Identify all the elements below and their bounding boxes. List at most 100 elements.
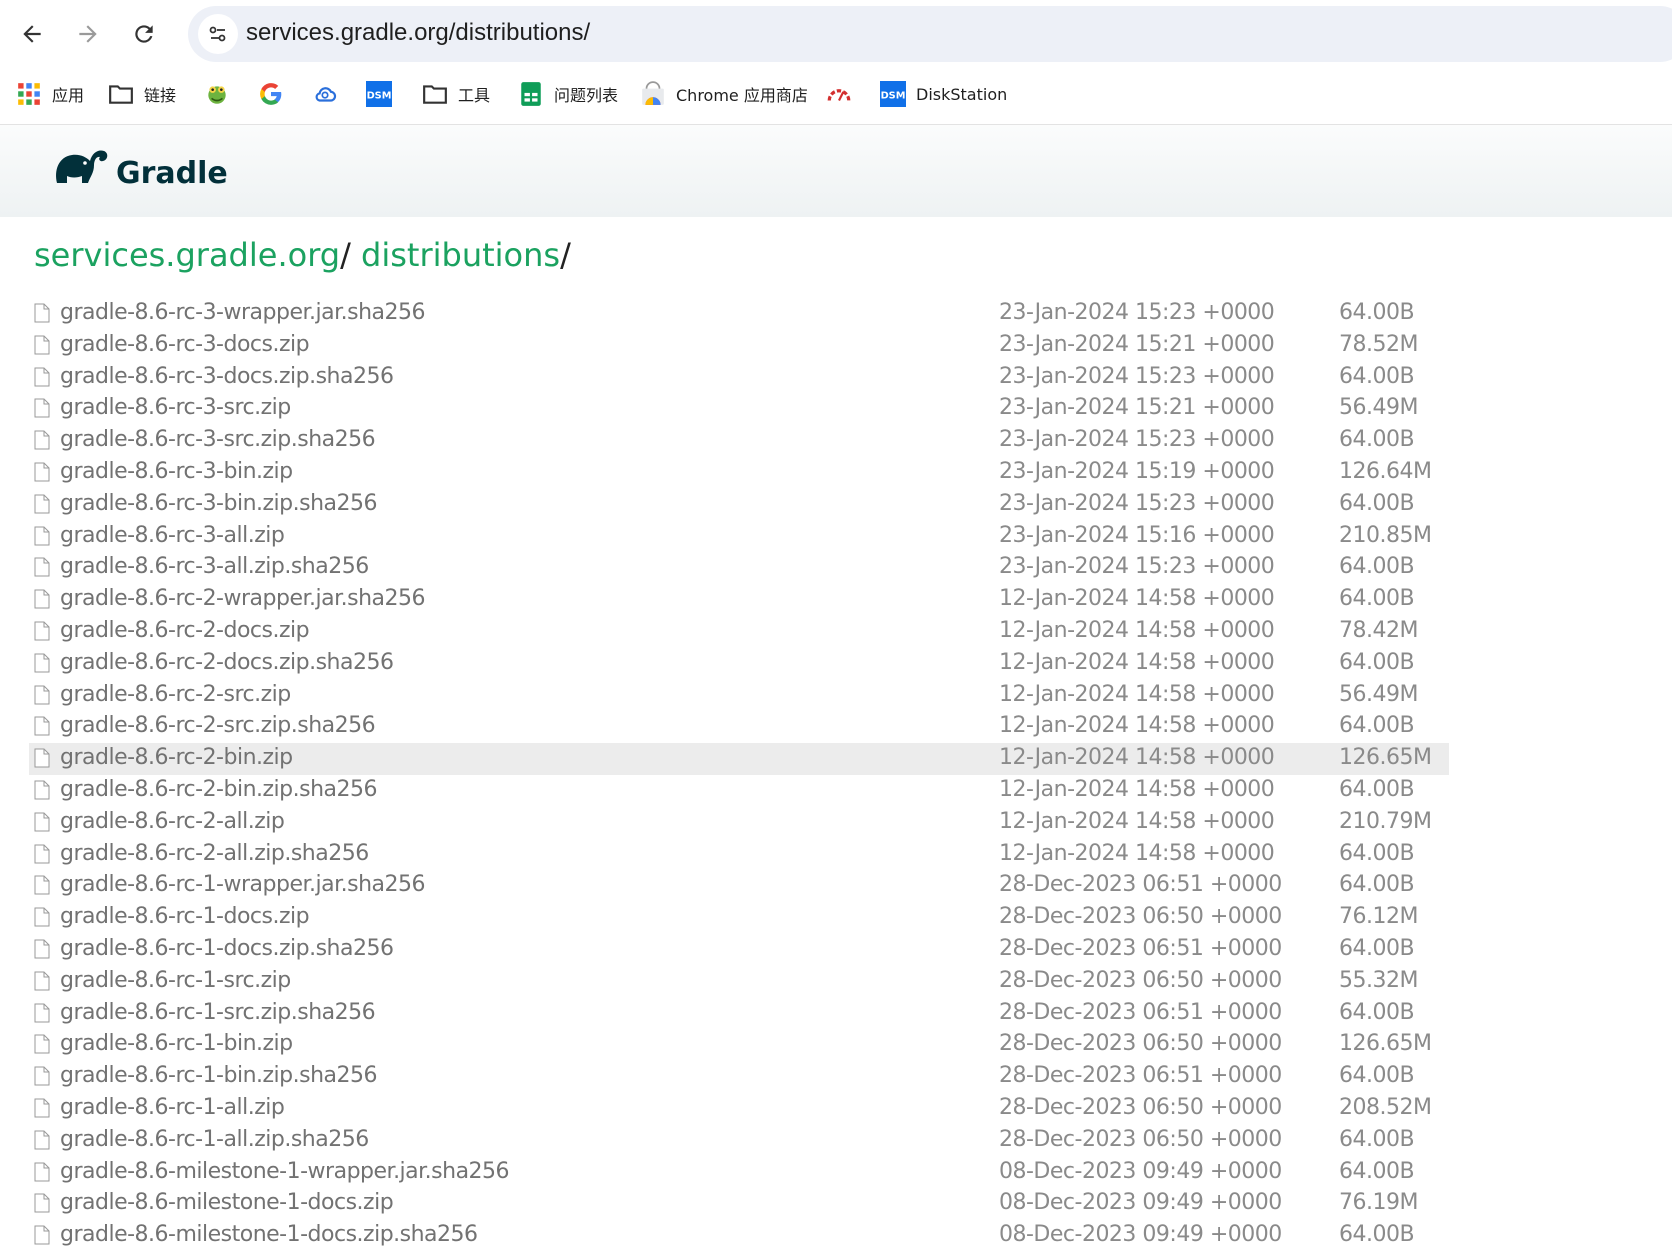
- file-date: 28-Dec-2023 06:50 +0000: [999, 1126, 1282, 1152]
- file-row[interactable]: gradle-8.6-rc-1-all.zip.sha256 28-Dec-202…: [29, 1125, 1449, 1157]
- file-row[interactable]: gradle-8.6-rc-1-src.zip 28-Dec-2023 06:50…: [29, 966, 1449, 998]
- file-row[interactable]: gradle-8.6-rc-3-src.zip 23-Jan-2024 15:21…: [29, 393, 1449, 425]
- file-icon: [34, 1003, 50, 1023]
- forward-button[interactable]: [68, 14, 108, 54]
- elephant-icon: [56, 149, 108, 183]
- bookmark-google[interactable]: [258, 80, 294, 108]
- file-name-link[interactable]: gradle-8.6-rc-2-wrapper.jar.sha256: [60, 586, 426, 611]
- file-row[interactable]: gradle-8.6-rc-3-docs.zip 23-Jan-2024 15:2…: [29, 330, 1449, 362]
- bookmark-dsm[interactable]: DSM: [366, 80, 402, 108]
- file-icon: [34, 303, 50, 323]
- svg-text:DSM: DSM: [881, 90, 906, 101]
- file-name-link[interactable]: gradle-8.6-rc-3-bin.zip.sha256: [60, 491, 378, 516]
- file-name-link[interactable]: gradle-8.6-rc-3-src.zip: [60, 395, 291, 420]
- file-row[interactable]: gradle-8.6-rc-1-docs.zip 28-Dec-2023 06:5…: [29, 902, 1449, 934]
- breadcrumb-link-host[interactable]: services.gradle.org: [34, 236, 340, 274]
- file-name-link[interactable]: gradle-8.6-rc-3-bin.zip: [60, 459, 293, 484]
- file-row[interactable]: gradle-8.6-rc-2-all.zip.sha256 12-Jan-202…: [29, 839, 1449, 871]
- file-name-link[interactable]: gradle-8.6-rc-1-src.zip: [60, 968, 291, 993]
- file-row[interactable]: gradle-8.6-rc-3-bin.zip 23-Jan-2024 15:19…: [29, 457, 1449, 489]
- file-name-link[interactable]: gradle-8.6-rc-2-all.zip.sha256: [60, 841, 369, 866]
- file-row[interactable]: gradle-8.6-rc-2-all.zip 12-Jan-2024 14:58…: [29, 807, 1449, 839]
- address-bar[interactable]: services.gradle.org/distributions/: [188, 6, 1672, 62]
- file-date: 23-Jan-2024 15:21 +0000: [999, 331, 1275, 357]
- file-row[interactable]: gradle-8.6-rc-3-all.zip.sha256 23-Jan-202…: [29, 552, 1449, 584]
- file-row[interactable]: gradle-8.6-rc-1-wrapper.jar.sha256 28-Dec…: [29, 870, 1449, 902]
- file-row[interactable]: gradle-8.6-rc-2-bin.zip.sha256 12-Jan-202…: [29, 775, 1449, 807]
- file-row[interactable]: gradle-8.6-rc-3-bin.zip.sha256 23-Jan-202…: [29, 489, 1449, 521]
- file-name-link[interactable]: gradle-8.6-rc-3-all.zip: [60, 523, 285, 548]
- file-name-link[interactable]: gradle-8.6-rc-2-bin.zip.sha256: [60, 777, 378, 802]
- file-name-link[interactable]: gradle-8.6-rc-3-docs.zip: [60, 332, 310, 357]
- file-row[interactable]: gradle-8.6-rc-1-all.zip 28-Dec-2023 06:50…: [29, 1093, 1449, 1125]
- file-row[interactable]: gradle-8.6-rc-2-wrapper.jar.sha256 12-Jan…: [29, 584, 1449, 616]
- bookmark-tools-folder[interactable]: 工具: [422, 80, 490, 108]
- file-size: 76.19M: [1339, 1190, 1418, 1216]
- file-icon: [34, 462, 50, 482]
- file-icon: [34, 716, 50, 736]
- file-row[interactable]: gradle-8.6-milestone-1-docs.zip.sha256 08…: [29, 1220, 1449, 1252]
- file-name-link[interactable]: gradle-8.6-rc-2-all.zip: [60, 809, 285, 834]
- file-name-link[interactable]: gradle-8.6-milestone-1-wrapper.jar.sha25…: [60, 1159, 510, 1184]
- file-date: 28-Dec-2023 06:51 +0000: [999, 1063, 1282, 1089]
- file-name-link[interactable]: gradle-8.6-rc-3-all.zip.sha256: [60, 554, 369, 579]
- file-name-link[interactable]: gradle-8.6-rc-1-wrapper.jar.sha256: [60, 872, 426, 897]
- folder-icon: [108, 81, 134, 107]
- file-row[interactable]: gradle-8.6-rc-2-docs.zip 12-Jan-2024 14:5…: [29, 616, 1449, 648]
- file-row[interactable]: gradle-8.6-rc-2-docs.zip.sha256 12-Jan-20…: [29, 648, 1449, 680]
- file-name-link[interactable]: gradle-8.6-rc-1-docs.zip: [60, 904, 310, 929]
- file-row[interactable]: gradle-8.6-rc-1-bin.zip.sha256 28-Dec-202…: [29, 1061, 1449, 1093]
- gradle-logo[interactable]: Gradle: [52, 138, 228, 191]
- file-name-link[interactable]: gradle-8.6-rc-2-docs.zip: [60, 618, 310, 643]
- bookmark-issue-list[interactable]: 问题列表: [518, 80, 618, 108]
- bookmark-links-folder[interactable]: 链接: [108, 80, 176, 108]
- dsm-icon: DSM: [366, 81, 392, 107]
- file-name-link[interactable]: gradle-8.6-rc-2-bin.zip: [60, 745, 293, 770]
- bookmark-speedometer[interactable]: [826, 80, 862, 108]
- back-button[interactable]: [12, 14, 52, 54]
- file-size: 55.32M: [1339, 967, 1418, 993]
- file-row[interactable]: gradle-8.6-rc-2-src.zip.sha256 12-Jan-202…: [29, 711, 1449, 743]
- file-name-link[interactable]: gradle-8.6-rc-3-wrapper.jar.sha256: [60, 300, 426, 325]
- bookmark-frog[interactable]: [204, 80, 240, 108]
- bookmark-cloud[interactable]: [312, 80, 348, 108]
- file-row[interactable]: gradle-8.6-rc-3-all.zip 23-Jan-2024 15:16…: [29, 521, 1449, 553]
- file-name-link[interactable]: gradle-8.6-rc-3-src.zip.sha256: [60, 427, 376, 452]
- file-name-link[interactable]: gradle-8.6-rc-1-docs.zip.sha256: [60, 936, 394, 961]
- file-row[interactable]: gradle-8.6-rc-3-wrapper.jar.sha256 23-Jan…: [29, 298, 1449, 330]
- bookmark-chrome-webstore[interactable]: Chrome 应用商店: [640, 80, 808, 108]
- file-row[interactable]: gradle-8.6-rc-2-bin.zip 12-Jan-2024 14:58…: [29, 743, 1449, 775]
- file-size: 126.65M: [1339, 1031, 1432, 1057]
- site-settings-icon[interactable]: [198, 14, 238, 54]
- bookmark-diskstation[interactable]: DSM DiskStation: [880, 80, 1007, 108]
- file-size: 56.49M: [1339, 395, 1418, 421]
- file-row[interactable]: gradle-8.6-rc-2-src.zip 12-Jan-2024 14:58…: [29, 680, 1449, 712]
- file-name-link[interactable]: gradle-8.6-rc-1-all.zip: [60, 1095, 285, 1120]
- bookmark-apps[interactable]: 应用: [16, 80, 84, 108]
- file-name-link[interactable]: gradle-8.6-rc-1-bin.zip.sha256: [60, 1063, 378, 1088]
- file-size: 64.00B: [1339, 1158, 1415, 1184]
- file-date: 28-Dec-2023 06:51 +0000: [999, 999, 1282, 1025]
- file-date: 08-Dec-2023 09:49 +0000: [999, 1222, 1282, 1248]
- file-name-link[interactable]: gradle-8.6-rc-2-docs.zip.sha256: [60, 650, 394, 675]
- file-name-link[interactable]: gradle-8.6-rc-1-all.zip.sha256: [60, 1127, 369, 1152]
- file-row[interactable]: gradle-8.6-milestone-1-docs.zip 08-Dec-20…: [29, 1188, 1449, 1220]
- file-name-link[interactable]: gradle-8.6-rc-1-src.zip.sha256: [60, 1000, 376, 1025]
- reload-button[interactable]: [124, 14, 164, 54]
- file-name-link[interactable]: gradle-8.6-rc-3-docs.zip.sha256: [60, 364, 394, 389]
- file-row[interactable]: gradle-8.6-milestone-1-wrapper.jar.sha25…: [29, 1157, 1449, 1189]
- file-name-link[interactable]: gradle-8.6-rc-1-bin.zip: [60, 1031, 293, 1056]
- url-text[interactable]: services.gradle.org/distributions/: [246, 19, 590, 47]
- breadcrumb-link-distributions[interactable]: distributions: [361, 236, 560, 274]
- file-name-link[interactable]: gradle-8.6-milestone-1-docs.zip: [60, 1190, 394, 1215]
- file-name-link[interactable]: gradle-8.6-rc-2-src.zip.sha256: [60, 713, 376, 738]
- file-icon: [34, 748, 50, 768]
- file-row[interactable]: gradle-8.6-rc-1-docs.zip.sha256 28-Dec-20…: [29, 934, 1449, 966]
- file-name-link[interactable]: gradle-8.6-rc-2-src.zip: [60, 682, 291, 707]
- file-row[interactable]: gradle-8.6-rc-1-src.zip.sha256 28-Dec-202…: [29, 998, 1449, 1030]
- file-row[interactable]: gradle-8.6-rc-3-src.zip.sha256 23-Jan-202…: [29, 425, 1449, 457]
- file-icon: [34, 780, 50, 800]
- file-name-link[interactable]: gradle-8.6-milestone-1-docs.zip.sha256: [60, 1222, 478, 1247]
- file-row[interactable]: gradle-8.6-rc-3-docs.zip.sha256 23-Jan-20…: [29, 362, 1449, 394]
- file-row[interactable]: gradle-8.6-rc-1-bin.zip 28-Dec-2023 06:50…: [29, 1029, 1449, 1061]
